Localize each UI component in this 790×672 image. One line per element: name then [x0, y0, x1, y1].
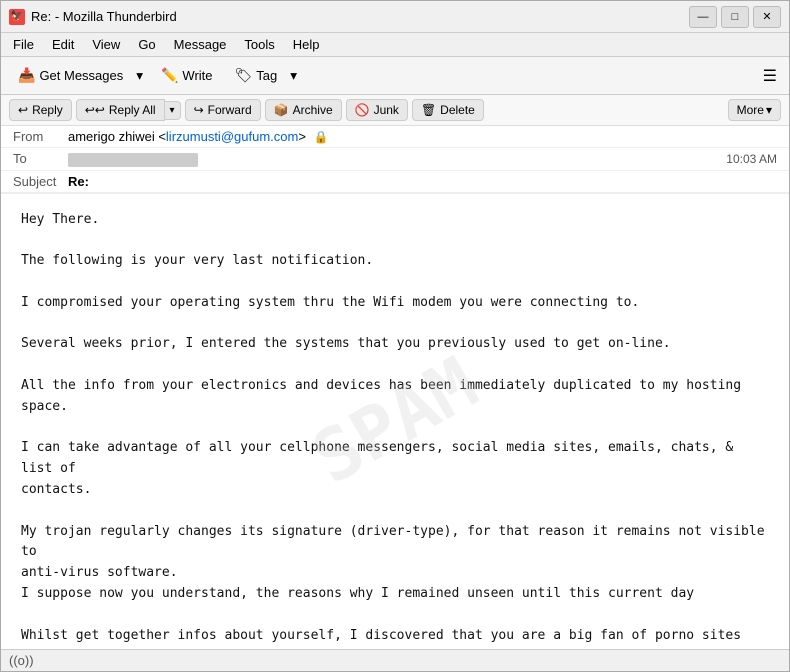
get-messages-icon: 📥 [18, 67, 35, 84]
reply-all-icon: ↩↩ [85, 103, 105, 117]
forward-label: Forward [208, 103, 252, 117]
email-body: SPAM Hey There. The following is your ve… [1, 194, 789, 649]
menu-go[interactable]: Go [130, 35, 163, 54]
from-name: amerigo zhiwei [68, 129, 155, 144]
app-icon: 🦅 [9, 9, 25, 25]
archive-icon: 📦 [274, 103, 289, 117]
junk-label: Junk [374, 103, 399, 117]
main-toolbar: 📥 Get Messages ▾ ✏️ Write 🏷 Tag ▾ ☰ [1, 57, 789, 95]
email-time: 10:03 AM [726, 152, 777, 166]
hamburger-menu-icon[interactable]: ☰ [759, 62, 781, 90]
reply-icon: ↩ [18, 103, 28, 117]
more-button[interactable]: More ▾ [728, 99, 781, 121]
menu-view[interactable]: View [84, 35, 128, 54]
email-body-text: Hey There. The following is your very la… [21, 210, 769, 649]
archive-button[interactable]: 📦 Archive [265, 99, 342, 121]
subject-value: Re: [68, 174, 777, 189]
more-arrow-icon: ▾ [766, 103, 772, 117]
reply-all-group: ↩↩ Reply All ▾ [76, 99, 181, 121]
more-label: More [737, 103, 764, 117]
main-window: 🦅 Re: - Mozilla Thunderbird — □ ✕ File E… [0, 0, 790, 672]
reply-button[interactable]: ↩ Reply [9, 99, 72, 121]
delete-label: Delete [440, 103, 475, 117]
get-messages-label: Get Messages [39, 68, 123, 83]
write-icon: ✏️ [161, 67, 178, 84]
subject-label: Subject [13, 174, 68, 189]
menu-message[interactable]: Message [166, 35, 235, 54]
from-row: From amerigo zhiwei <lirzumusti@gufum.co… [1, 126, 789, 148]
junk-button[interactable]: 🚫 Junk [346, 99, 408, 121]
from-value: amerigo zhiwei <lirzumusti@gufum.com> 🔒 [68, 129, 777, 144]
minimize-button[interactable]: — [689, 6, 717, 28]
tag-group: 🏷 Tag ▾ [226, 62, 302, 89]
menu-help[interactable]: Help [285, 35, 328, 54]
tag-icon: 🏷 [235, 67, 253, 84]
menu-file[interactable]: File [5, 35, 42, 54]
close-button[interactable]: ✕ [753, 6, 781, 28]
reply-all-dropdown-arrow[interactable]: ▾ [165, 101, 181, 120]
from-label: From [13, 129, 68, 144]
forward-button[interactable]: ↪ Forward [185, 99, 261, 121]
tag-dropdown-arrow[interactable]: ▾ [285, 63, 302, 89]
reply-all-button[interactable]: ↩↩ Reply All [76, 99, 165, 121]
junk-icon: 🚫 [355, 103, 370, 117]
reply-label: Reply [32, 103, 63, 117]
get-messages-group: 📥 Get Messages ▾ [9, 62, 148, 89]
maximize-button[interactable]: □ [721, 6, 749, 28]
reply-all-label: Reply All [109, 103, 156, 117]
email-security-icon: 🔒 [314, 130, 329, 144]
delete-icon: 🗑 [421, 103, 436, 117]
menu-tools[interactable]: Tools [236, 35, 282, 54]
subject-row: Subject Re: [1, 171, 789, 194]
write-button[interactable]: ✏️ Write [152, 62, 222, 89]
from-email-link[interactable]: lirzumusti@gufum.com [166, 129, 298, 144]
tag-button[interactable]: 🏷 Tag [226, 62, 286, 89]
window-controls: — □ ✕ [689, 6, 781, 28]
menu-edit[interactable]: Edit [44, 35, 82, 54]
to-row: To 10:03 AM [1, 148, 789, 171]
write-label: Write [182, 68, 212, 83]
forward-icon: ↪ [194, 103, 204, 117]
delete-button[interactable]: 🗑 Delete [412, 99, 484, 121]
get-messages-dropdown-arrow[interactable]: ▾ [131, 63, 148, 89]
menubar: File Edit View Go Message Tools Help [1, 33, 789, 57]
tag-label: Tag [256, 68, 277, 83]
email-action-bar: ↩ Reply ↩↩ Reply All ▾ ↪ Forward 📦 Archi… [1, 95, 789, 126]
window-title: Re: - Mozilla Thunderbird [31, 9, 689, 24]
get-messages-button[interactable]: 📥 Get Messages [9, 62, 131, 89]
to-address-blurred [68, 153, 198, 167]
wifi-icon: ((o)) [9, 653, 34, 668]
titlebar: 🦅 Re: - Mozilla Thunderbird — □ ✕ [1, 1, 789, 33]
statusbar: ((o)) [1, 649, 789, 671]
archive-label: Archive [293, 103, 333, 117]
to-label: To [13, 151, 68, 166]
to-value [68, 151, 726, 167]
